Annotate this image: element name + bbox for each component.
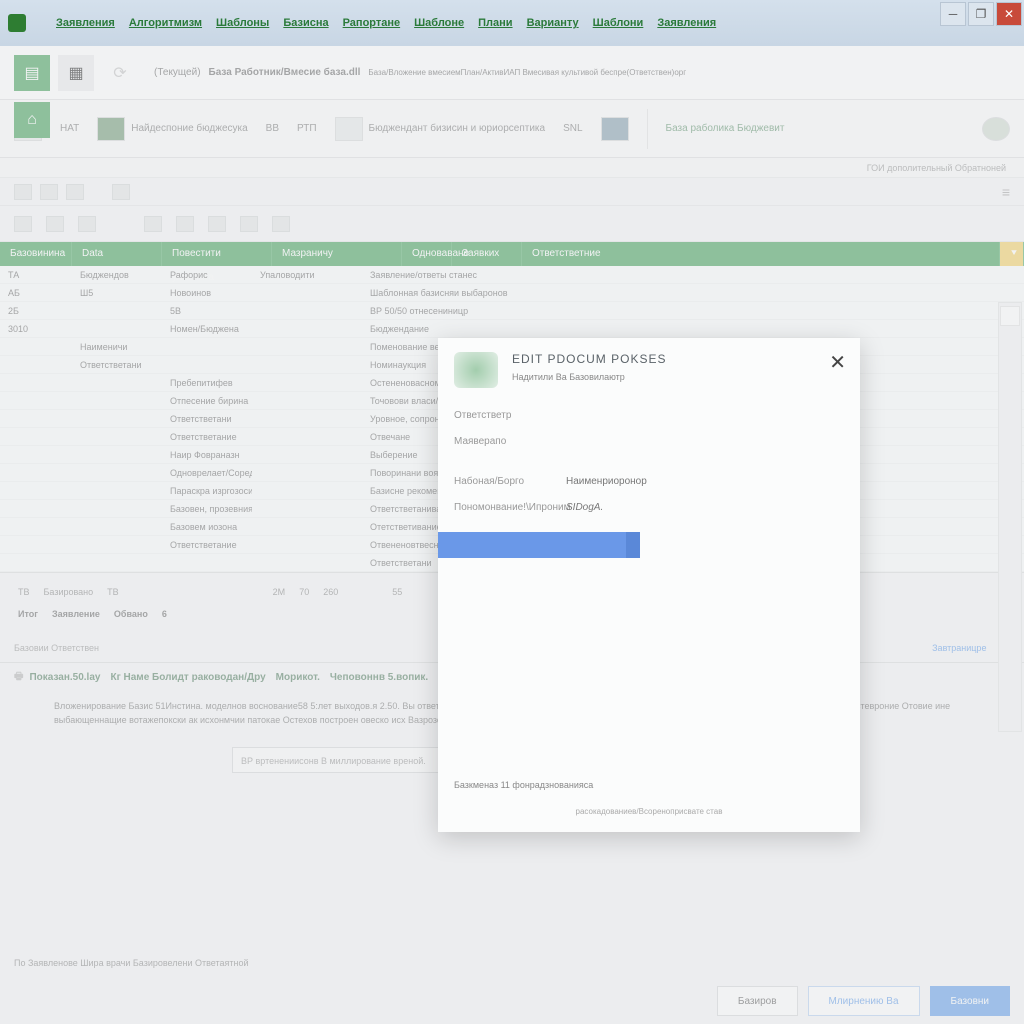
modal-row: Набоная/БоргоНаименриоронор <box>454 468 844 494</box>
field-label: Маяверапо <box>454 436 566 447</box>
titlebar: Заявления Алгоритмизм Шаблоны Базисна Ра… <box>0 0 1024 46</box>
dropdown-handle-icon[interactable] <box>626 532 640 558</box>
modal-row: Пономонвание!\ИпронимSIDogA. <box>454 494 844 520</box>
modal-row: Маяверапо <box>454 428 844 454</box>
modal-body: Ответстветр Маяверапо Набоная/БоргоНаиме… <box>438 392 860 568</box>
field-label: Пономонвание!\Ипроним <box>454 502 566 513</box>
menu-item[interactable]: Рапортане <box>343 17 401 29</box>
main-menu: Заявления Алгоритмизм Шаблоны Базисна Ра… <box>56 17 716 29</box>
menu-item[interactable]: Заявления <box>56 17 115 29</box>
modal-header: EDIT PDOCUM POKSES Надитили Ва Базовилаю… <box>438 338 860 392</box>
modal-subtitle: Надитили Ва Базовилаютр <box>512 372 666 382</box>
window-controls: ─ ❐ ✕ <box>940 2 1022 26</box>
edit-modal: EDIT PDOCUM POKSES Надитили Ва Базовилаю… <box>438 338 860 832</box>
menu-item[interactable]: Шаблоне <box>414 17 464 29</box>
app-logo-icon <box>8 14 26 32</box>
menu-item[interactable]: Шаблони <box>593 17 644 29</box>
menu-item[interactable]: Алгоритмизм <box>129 17 202 29</box>
app-body: ▤ ▦ ⟳ (Текущей) База Работник/Вмесие баз… <box>0 46 1024 1024</box>
menu-item[interactable]: Шаблоны <box>216 17 269 29</box>
modal-footer-text: Базкменаз 11 фонрадзнованияса <box>454 780 593 790</box>
modal-row: Ответстветр <box>454 402 844 428</box>
modal-title: EDIT PDOCUM POKSES <box>512 352 666 366</box>
menu-item[interactable]: Плани <box>478 17 512 29</box>
menu-item[interactable]: Базисна <box>283 17 328 29</box>
menu-item[interactable]: Заявления <box>657 17 716 29</box>
modal-close-button[interactable]: ✕ <box>829 350 846 375</box>
modal-logo-icon <box>454 352 498 388</box>
minimize-button[interactable]: ─ <box>940 2 966 26</box>
maximize-button[interactable]: ❐ <box>968 2 994 26</box>
field-label: Ответстветр <box>454 410 566 421</box>
modal-selected-row[interactable] <box>438 532 630 558</box>
close-button[interactable]: ✕ <box>996 2 1022 26</box>
modal-footer-link[interactable]: расокадованиев/Всореноприсвате став <box>438 807 860 816</box>
field-value: SIDogA. <box>566 502 603 513</box>
menu-item[interactable]: Варианту <box>527 17 579 29</box>
field-value: Наименриоронор <box>566 476 647 487</box>
field-label: Набоная/Борго <box>454 476 566 487</box>
